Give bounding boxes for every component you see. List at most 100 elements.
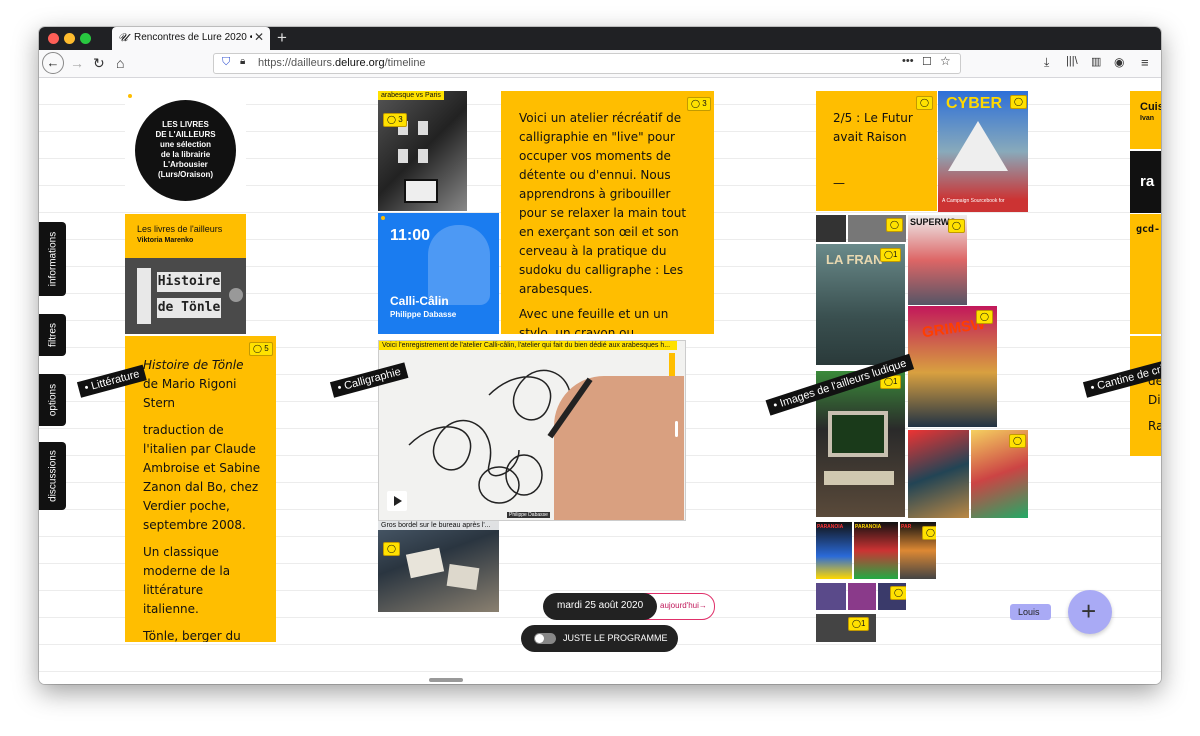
lock-icon[interactable]: 🔒︎ <box>240 56 245 67</box>
new-dot-icon <box>381 216 385 220</box>
cover-thumb-1[interactable] <box>816 215 846 242</box>
cover-superwo[interactable]: SUPERWO ◯ <box>908 215 967 305</box>
comment-icon-badge[interactable]: ◯ <box>976 310 993 324</box>
program-toggle[interactable]: JUSTE LE PROGRAMME <box>521 625 678 652</box>
comment-count: 1 <box>860 619 866 628</box>
photo-card-arabesque[interactable]: arabesque vs Paris ◯ 3 <box>378 91 467 211</box>
user-badge[interactable]: Louis <box>1010 604 1051 620</box>
new-tab-icon[interactable]: + <box>277 28 287 48</box>
card-cuisine[interactable]: Cuis Ivan <box>1130 91 1161 149</box>
sidebar-button-discussions[interactable]: discussions <box>39 442 66 510</box>
active-tab[interactable]: 𝓤 Rencontres de Lure 2020 • D'ai ✕ <box>112 27 270 50</box>
logo-ra[interactable]: ra <box>1130 151 1161 213</box>
text-paragraph: Tönle, berger du plateau d'Asiago, à la … <box>143 629 241 642</box>
pocket-icon[interactable]: ☐ <box>922 55 932 68</box>
toggle-switch[interactable] <box>534 633 556 644</box>
bookmark-star-icon[interactable]: ☆ <box>940 54 951 68</box>
cover-paranoia-1[interactable]: PARANOIA <box>816 522 852 579</box>
account-icon[interactable]: ◉ <box>1114 55 1124 69</box>
url-bar[interactable]: ⛉ 🔒︎ https://dailleurs.delure.org/timeli… <box>213 53 961 74</box>
comment-icon-badge[interactable]: ◯ <box>1009 434 1026 448</box>
more-icon[interactable]: ••• <box>902 55 914 67</box>
comment-icon-badge[interactable]: ◯ <box>922 526 936 540</box>
cover-paranoia-2[interactable]: PARANOIA <box>854 522 898 579</box>
cover-thumb-2[interactable]: ◯ <box>848 215 906 242</box>
sidebar-button-filtres[interactable]: filtres <box>39 314 66 356</box>
sidebar-label: filtres <box>47 323 58 347</box>
card-text: Voici un atelier récréatif de calligraph… <box>519 109 699 334</box>
cover-grimsw[interactable]: GRIMSW ◯ <box>908 306 997 427</box>
comment-icon-badge[interactable]: ◯ <box>886 218 903 232</box>
comment-icon-badge[interactable]: ◯ <box>948 219 965 233</box>
comment-icon: ◯ <box>852 619 861 628</box>
sidebar-label: informations <box>47 231 58 287</box>
download-icon[interactable]: ⤓ <box>1044 55 1049 70</box>
sidebar-icon[interactable]: ▥ <box>1091 55 1101 68</box>
cover-title: PAR <box>901 524 912 530</box>
comment-count-badge[interactable]: ◯1 <box>848 617 870 631</box>
logo-line: de la librairie <box>160 150 211 159</box>
home-icon[interactable]: ⌂ <box>116 55 124 71</box>
text-card-atelier[interactable]: ◯ 3 Voici un atelier récréatif de callig… <box>501 91 714 334</box>
card-gcd[interactable]: gcd- <box>1130 214 1161 334</box>
comment-count: 1 <box>892 377 898 386</box>
logo-line: DE L'AILLEURS <box>155 130 216 139</box>
logo-card[interactable]: LES LIVRES DE L'AILLEURS une sélection d… <box>125 90 246 212</box>
library-icon[interactable]: |||\ <box>1066 55 1078 67</box>
comment-icon-badge[interactable]: ◯ <box>890 586 906 600</box>
cover-lafran[interactable]: LA FRAN ◯1 <box>816 244 905 365</box>
card-cantine-text[interactable]: de Dis Ra <box>1130 336 1161 456</box>
cover-title: PARANOIA <box>817 524 844 530</box>
book-emblem-icon <box>229 288 243 302</box>
text-fragment: Dis <box>1148 393 1161 407</box>
card-author: Viktoria Marenko <box>137 237 194 244</box>
comment-icon-badge[interactable]: ◯ <box>1010 95 1027 109</box>
cover-cyber[interactable]: CYBER A Campaign Sourcebook for ◯ <box>938 91 1028 212</box>
video-scrollbar[interactable] <box>675 421 678 437</box>
back-icon[interactable]: ← <box>42 52 64 74</box>
shield-icon[interactable]: ⛉ <box>222 56 230 69</box>
comment-icon-badge[interactable]: ◯ <box>383 542 400 556</box>
card-author: Ivan <box>1140 115 1155 122</box>
forward-icon[interactable]: → <box>70 55 84 71</box>
close-window-button[interactable] <box>48 33 59 44</box>
text-line: de Mario Rigoni Stern <box>143 377 237 410</box>
computer-keyboard <box>824 471 894 485</box>
project-card-livres[interactable]: Les livres de l'ailleurs Viktoria Marenk… <box>125 214 246 334</box>
cover-thumb-row-4[interactable]: ◯1 <box>816 614 876 642</box>
url-path: /timeline <box>384 57 426 69</box>
cover-comic-2[interactable]: ◯ <box>971 430 1028 518</box>
comment-icon: ◯ <box>691 99 700 108</box>
zoom-window-button[interactable] <box>80 33 91 44</box>
cover-paranoia-3[interactable]: PAR ◯ <box>900 522 936 579</box>
text-card-futur[interactable]: ◯ 2/5 : Le Futur avait Raison — <box>816 91 937 211</box>
comment-count-badge[interactable]: ◯1 <box>880 248 902 262</box>
cover-title: CYBER <box>946 95 1003 112</box>
sidebar-button-informations[interactable]: informations <box>39 222 66 296</box>
date-pill[interactable]: mardi 25 août 2020 <box>543 593 657 620</box>
url-text: https://dailleurs.delure.org/timeline <box>258 57 426 69</box>
comment-icon-badge[interactable]: ◯ <box>916 96 933 110</box>
minimize-window-button[interactable] <box>64 33 75 44</box>
event-card-calli-calin[interactable]: 11:00 Calli-Câlin Philippe Dabasse <box>378 213 499 334</box>
cover-thumb-row-2[interactable] <box>848 583 876 610</box>
cover-comic-1[interactable] <box>908 430 969 518</box>
text-card-tonle[interactable]: ◯ 5 Histoire de Tönle de Mario Rigoni St… <box>125 336 276 642</box>
photo-card-bureau[interactable]: Gros bordel sur le bureau après l'... ◯ <box>378 521 499 612</box>
horizontal-scroll-handle[interactable] <box>429 678 463 682</box>
add-button[interactable]: + <box>1068 590 1112 634</box>
video-card[interactable]: Voici l'enregistrement de l'atelier Call… <box>378 340 686 521</box>
navigation-bar: ← → ↻ ⌂ ⛉ 🔒︎ https://dailleurs.delure.or… <box>39 50 1161 78</box>
sidebar-button-options[interactable]: options <box>39 374 66 426</box>
cover-thumb-row-3[interactable]: ◯ <box>878 583 906 610</box>
text-fragment: Ra <box>1148 419 1161 433</box>
play-icon[interactable] <box>387 491 407 511</box>
timeline-page: informations filtres options discussions… <box>39 78 1161 684</box>
comment-count-badge[interactable]: ◯ 5 <box>249 342 273 356</box>
book-title-2: de Tönle <box>157 298 221 318</box>
cover-thumb-row-1[interactable] <box>816 583 846 610</box>
reload-icon[interactable]: ↻ <box>93 55 105 72</box>
close-tab-icon[interactable]: ✕ <box>254 30 264 44</box>
comment-count-badge[interactable]: ◯ 3 <box>383 113 407 127</box>
menu-icon[interactable]: ≡ <box>1141 55 1149 70</box>
